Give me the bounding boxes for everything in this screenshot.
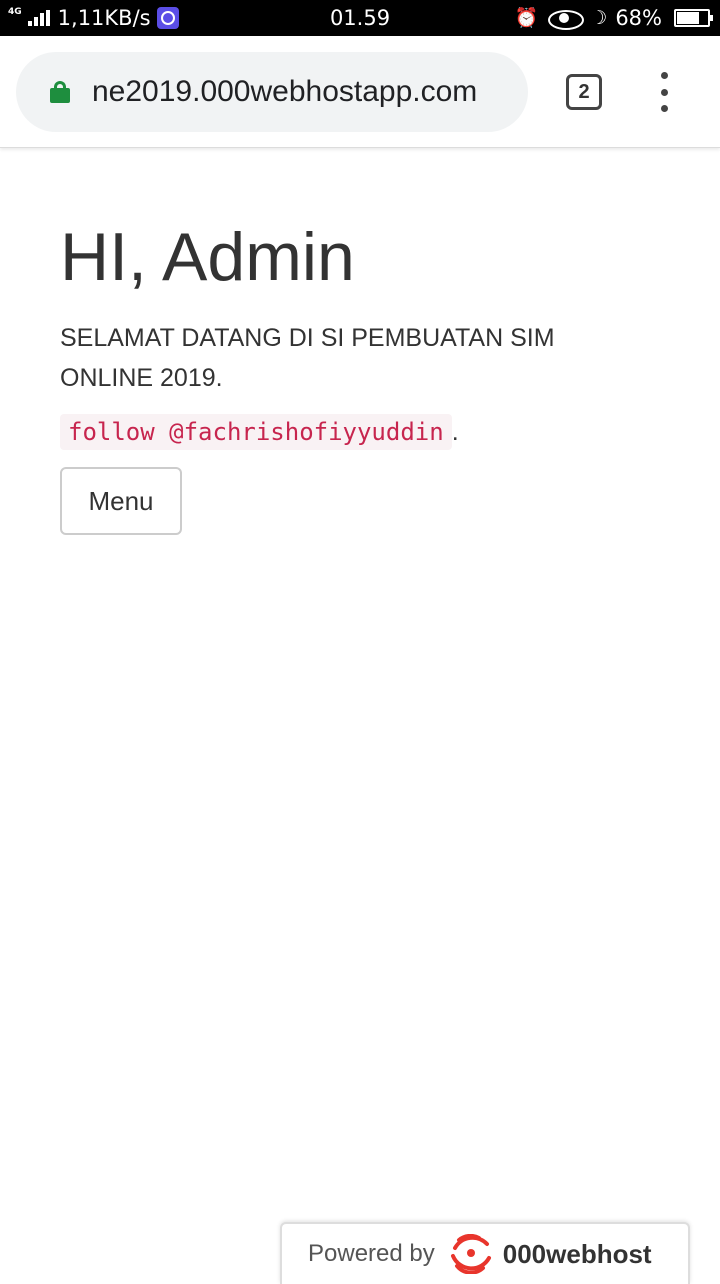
000webhost-brand: 000webhost xyxy=(502,1238,652,1269)
battery-icon xyxy=(674,9,713,27)
eye-icon xyxy=(546,9,585,30)
follow-code: follow @fachrishofiyyuddin xyxy=(60,414,452,450)
page-title: HI, Admin xyxy=(60,219,355,295)
page-content: HI, Admin SELAMAT DATANG DI SI PEMBUATAN… xyxy=(60,212,660,535)
address-bar[interactable]: ne2019.000webhostapp.com xyxy=(16,52,528,132)
browser-toolbar: ne2019.000webhostapp.com 2 xyxy=(0,36,720,148)
tab-count: 2 xyxy=(578,80,590,103)
network-speed: 1,11KB/s xyxy=(57,6,151,30)
signal-icon xyxy=(27,10,50,26)
powered-by-label: Powered by xyxy=(308,1240,435,1267)
more-options-icon[interactable] xyxy=(650,72,678,112)
network-type-label: 4G xyxy=(8,6,22,17)
follow-suffix: . xyxy=(451,418,459,446)
000webhost-logo-icon xyxy=(450,1234,491,1274)
menu-button[interactable]: Menu xyxy=(60,467,182,535)
lock-icon[interactable] xyxy=(50,81,70,103)
url-text[interactable]: ne2019.000webhostapp.com xyxy=(92,75,477,109)
alarm-icon: ⏰ xyxy=(514,7,539,29)
status-bar: 4G 1,11KB/s 01.59 ⏰ ☽ 68% xyxy=(0,0,720,36)
powered-by-badge[interactable]: Powered by 000webhost xyxy=(280,1222,690,1284)
vpn-icon xyxy=(156,7,179,29)
battery-percent: 68% xyxy=(615,6,662,30)
follow-line: follow @fachrishofiyyuddin. xyxy=(60,414,660,450)
moon-icon: ☽ xyxy=(590,7,608,29)
tab-switcher-button[interactable]: 2 xyxy=(566,74,602,110)
battery-level-fill xyxy=(677,12,699,24)
welcome-text: SELAMAT DATANG DI SI PEMBUATAN SIM ONLIN… xyxy=(60,324,555,392)
